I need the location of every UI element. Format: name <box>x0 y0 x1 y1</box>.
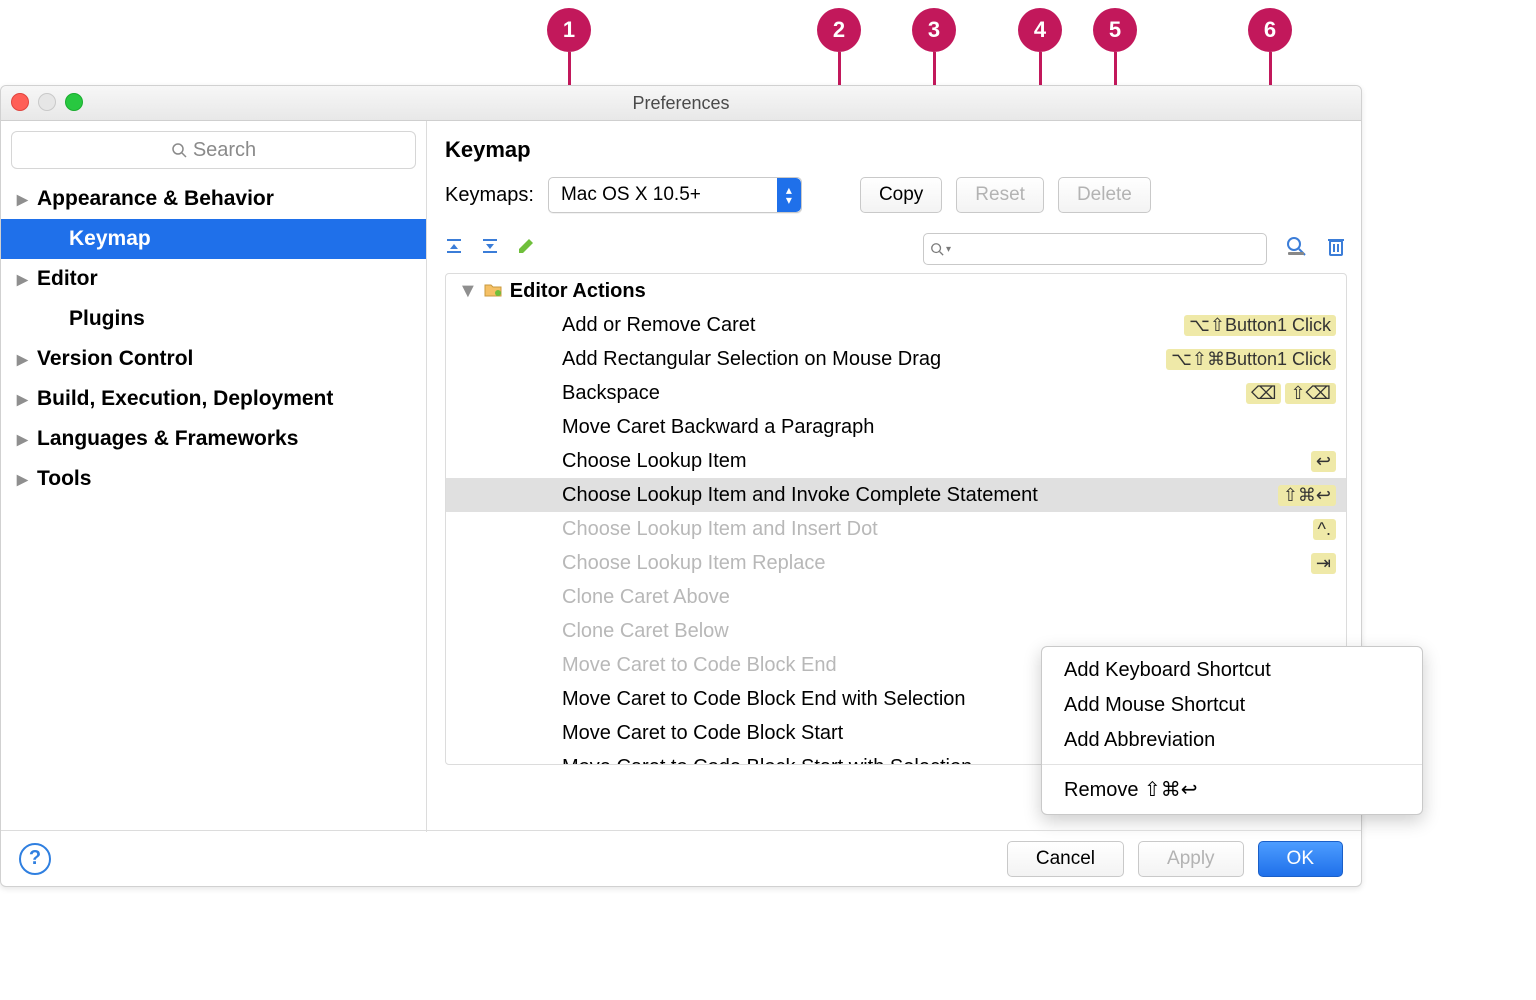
menu-add-mouse-shortcut[interactable]: Add Mouse Shortcut <box>1042 688 1422 723</box>
sidebar-item-label: Editor <box>37 267 98 291</box>
tree-row-label: Clone Caret Above <box>562 586 1336 609</box>
folder-icon <box>484 280 502 303</box>
tree-row-label: Choose Lookup Item and Invoke Complete S… <box>562 484 1274 507</box>
sidebar-item[interactable]: ▸Editor <box>1 259 426 299</box>
dialog-footer: ? Cancel Apply OK <box>1 830 1361 886</box>
titlebar[interactable]: Preferences <box>1 86 1361 121</box>
preferences-window: Preferences Search ▸Appearance & Behavio… <box>0 85 1362 887</box>
callout-6: 6 <box>1248 8 1292 52</box>
menu-add-abbreviation[interactable]: Add Abbreviation <box>1042 723 1422 758</box>
search-icon <box>171 142 187 158</box>
callout-4: 4 <box>1018 8 1062 52</box>
action-search-input[interactable]: ▾ <box>923 233 1267 265</box>
sidebar-item-label: Appearance & Behavior <box>37 187 274 211</box>
shortcut-badge: ⇧⌫ <box>1285 383 1336 404</box>
window-controls[interactable] <box>11 93 83 111</box>
apply-button[interactable]: Apply <box>1138 841 1244 877</box>
window-title: Preferences <box>632 93 729 114</box>
keymaps-label: Keymaps: <box>445 184 534 207</box>
tree-row-label: Backspace <box>562 382 1242 405</box>
edit-icon[interactable] <box>517 237 535 261</box>
context-menu[interactable]: Add Keyboard Shortcut Add Mouse Shortcut… <box>1041 646 1423 815</box>
tree-row[interactable]: Choose Lookup Item and Insert Dot^. <box>446 512 1346 546</box>
disclosure-arrow-icon: ▸ <box>17 267 37 292</box>
tree-row[interactable]: Add Rectangular Selection on Mouse Drag⌥… <box>446 342 1346 376</box>
sidebar-item[interactable]: ▸Version Control <box>1 339 426 379</box>
reset-button[interactable]: Reset <box>956 177 1044 213</box>
tree-row[interactable]: Choose Lookup Item↩ <box>446 444 1346 478</box>
search-placeholder: Search <box>193 139 256 162</box>
shortcut-badge: ⌥⇧⌘Button1 Click <box>1166 349 1336 370</box>
sidebar-item[interactable]: Keymap <box>1 219 426 259</box>
sidebar-item-label: Keymap <box>69 227 151 251</box>
disclosure-arrow-icon: ▸ <box>17 187 37 212</box>
shortcut-badge: ⇧⌘↩ <box>1278 485 1336 506</box>
zoom-icon[interactable] <box>65 93 83 111</box>
callout-5: 5 <box>1093 8 1137 52</box>
close-icon[interactable] <box>11 93 29 111</box>
disclosure-arrow-icon: ▸ <box>17 427 37 452</box>
callout-3: 3 <box>912 8 956 52</box>
disclosure-arrow-icon: ▸ <box>17 467 37 492</box>
tree-row-label: Choose Lookup Item and Insert Dot <box>562 518 1309 541</box>
sidebar-item-label: Tools <box>37 467 91 491</box>
tree-group-label: Editor Actions <box>510 280 1336 303</box>
cancel-button[interactable]: Cancel <box>1007 841 1124 877</box>
tree-row-label: Choose Lookup Item <box>562 450 1307 473</box>
tree-row-label: Choose Lookup Item Replace <box>562 552 1307 575</box>
tree-row[interactable]: Move Caret Backward a Paragraph <box>446 410 1346 444</box>
page-title: Keymap <box>445 137 1347 163</box>
nav-list: ▸Appearance & BehaviorKeymap▸EditorPlugi… <box>1 179 426 499</box>
sidebar-item-label: Plugins <box>69 307 145 331</box>
shortcut-badge: ⌫ <box>1246 383 1281 404</box>
keymaps-value: Mac OS X 10.5+ <box>561 184 777 206</box>
sidebar-item-label: Version Control <box>37 347 193 371</box>
sidebar-item[interactable]: ▸Appearance & Behavior <box>1 179 426 219</box>
sidebar-item[interactable]: ▸Tools <box>1 459 426 499</box>
content-panel: Keymap Keymaps: Mac OS X 10.5+ ▴▾ Copy R… <box>427 121 1361 832</box>
sidebar-item-label: Languages & Frameworks <box>37 427 298 451</box>
tree-row-label: Add Rectangular Selection on Mouse Drag <box>562 348 1162 371</box>
help-button[interactable]: ? <box>19 843 51 875</box>
sidebar: Search ▸Appearance & BehaviorKeymap▸Edit… <box>1 121 427 832</box>
disclosure-arrow-icon: ▸ <box>17 387 37 412</box>
tree-group[interactable]: ▼ Editor Actions <box>446 274 1346 308</box>
search-input[interactable]: Search <box>11 131 416 169</box>
callout-2: 2 <box>817 8 861 52</box>
tree-row[interactable]: Choose Lookup Item and Invoke Complete S… <box>446 478 1346 512</box>
tree-row[interactable]: Clone Caret Below <box>446 614 1346 648</box>
toolbar: ▾ <box>445 233 1347 265</box>
shortcut-badge: ⇥ <box>1311 553 1336 574</box>
find-shortcut-icon[interactable] <box>1285 235 1307 263</box>
disclosure-arrow-icon: ▸ <box>17 347 37 372</box>
keymaps-select[interactable]: Mac OS X 10.5+ ▴▾ <box>548 177 802 213</box>
sidebar-item[interactable]: ▸Languages & Frameworks <box>1 419 426 459</box>
sidebar-item-label: Build, Execution, Deployment <box>37 387 333 411</box>
minimize-icon <box>38 93 56 111</box>
tree-row[interactable]: Clone Caret Above <box>446 580 1346 614</box>
tree-row-label: Clone Caret Below <box>562 620 1336 643</box>
tree-row-label: Move Caret Backward a Paragraph <box>562 416 1336 439</box>
chevron-updown-icon: ▴▾ <box>777 178 801 212</box>
sidebar-item[interactable]: Plugins <box>1 299 426 339</box>
callout-1: 1 <box>547 8 591 52</box>
shortcut-badge: ^. <box>1313 519 1336 540</box>
menu-add-keyboard-shortcut[interactable]: Add Keyboard Shortcut <box>1042 653 1422 688</box>
expand-all-icon[interactable] <box>445 237 463 261</box>
search-icon <box>930 242 944 256</box>
disclosure-arrow-icon: ▼ <box>458 280 478 303</box>
trash-icon[interactable] <box>1325 235 1347 263</box>
ok-button[interactable]: OK <box>1258 841 1343 877</box>
tree-row-label: Add or Remove Caret <box>562 314 1180 337</box>
tree-row[interactable]: Add or Remove Caret⌥⇧Button1 Click <box>446 308 1346 342</box>
delete-button[interactable]: Delete <box>1058 177 1151 213</box>
tree-row[interactable]: Choose Lookup Item Replace⇥ <box>446 546 1346 580</box>
sidebar-item[interactable]: ▸Build, Execution, Deployment <box>1 379 426 419</box>
shortcut-badge: ⌥⇧Button1 Click <box>1184 315 1336 336</box>
tree-row[interactable]: Backspace⌫⇧⌫ <box>446 376 1346 410</box>
copy-button[interactable]: Copy <box>860 177 942 213</box>
menu-remove-shortcut[interactable]: Remove ⇧⌘↩ <box>1042 771 1422 808</box>
shortcut-badge: ↩ <box>1311 451 1336 472</box>
collapse-all-icon[interactable] <box>481 237 499 261</box>
